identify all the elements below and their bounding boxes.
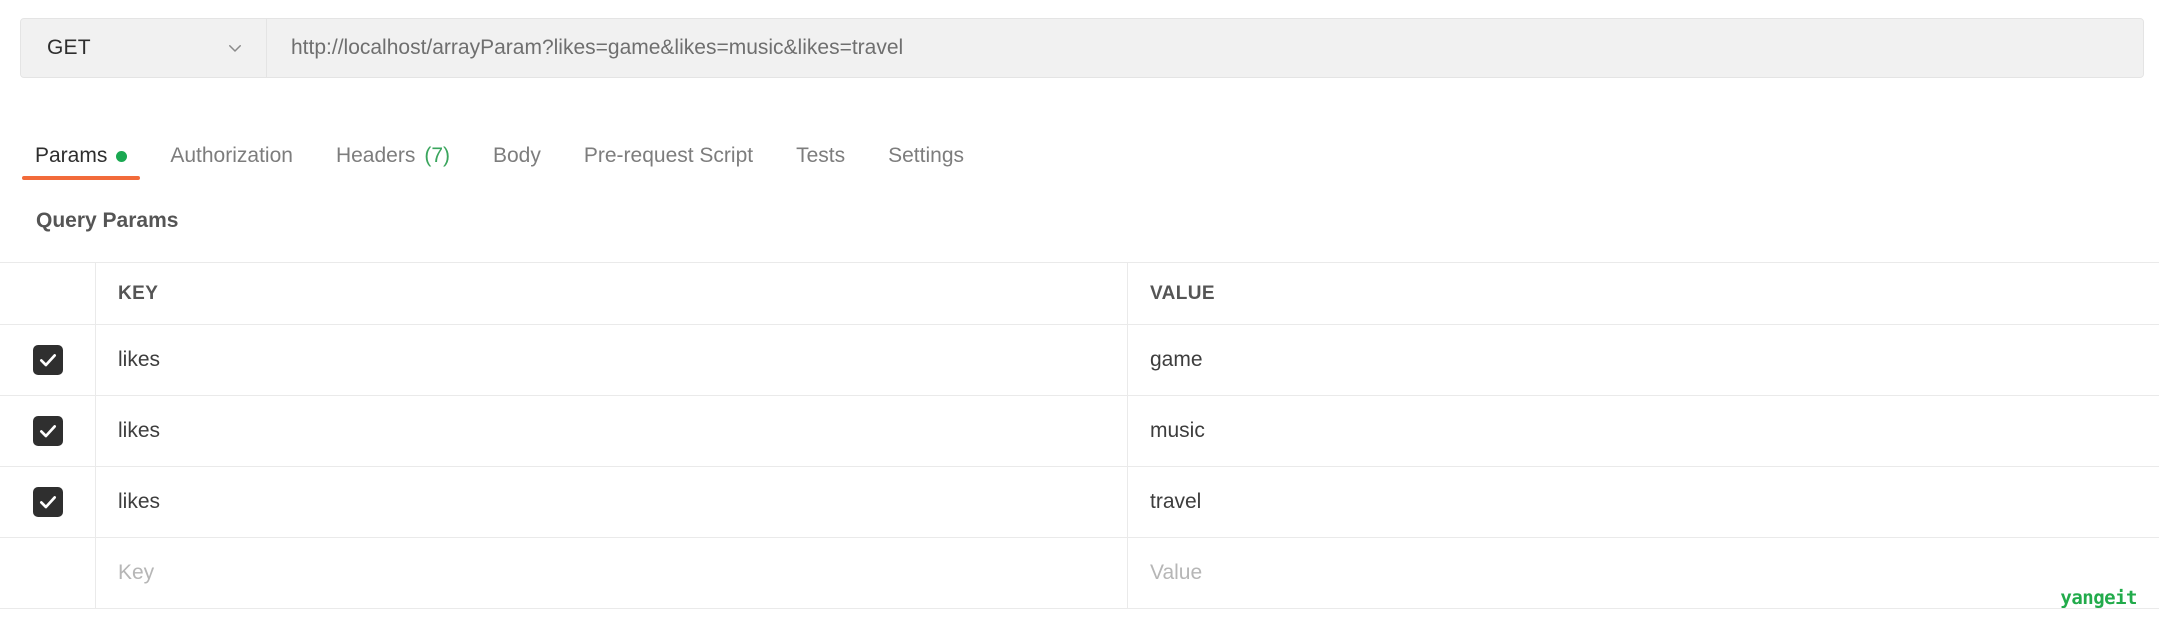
param-key-input[interactable]: likes: [96, 396, 1128, 466]
row-enabled-checkbox[interactable]: [32, 416, 63, 446]
tab-settings[interactable]: Settings: [875, 134, 977, 178]
header-value: VALUE: [1150, 282, 1215, 304]
tab-params-label: Params: [35, 144, 108, 167]
tab-settings-label: Settings: [888, 144, 965, 167]
table-header-row: KEY VALUE: [0, 263, 2159, 325]
row-enabled-checkbox[interactable]: [32, 487, 63, 517]
table-row: likes travel: [0, 467, 2159, 538]
request-url-input[interactable]: http://localhost/arrayParam?likes=game&l…: [267, 19, 2143, 77]
query-params-title: Query Params: [36, 209, 179, 232]
row-enabled-checkbox[interactable]: [32, 345, 63, 375]
request-builder-panel: GET http://localhost/arrayParam?likes=ga…: [0, 0, 2159, 619]
row-checkbox-cell: [0, 467, 96, 537]
param-value-input[interactable]: travel: [1128, 467, 2159, 537]
row-checkbox-cell: [0, 325, 96, 395]
watermark-logo: yangeit: [2060, 587, 2137, 609]
table-row: likes game: [0, 325, 2159, 396]
http-method-dropdown[interactable]: GET: [21, 19, 267, 77]
param-value-input[interactable]: music: [1128, 396, 2159, 466]
green-dot-icon: [116, 150, 128, 162]
tab-body-label: Body: [493, 144, 541, 167]
param-value-input[interactable]: game: [1128, 325, 2159, 395]
tab-pre-request-script[interactable]: Pre-request Script: [571, 134, 766, 178]
tab-tests[interactable]: Tests: [783, 134, 858, 178]
query-params-table: KEY VALUE likes game likes music likes t…: [0, 262, 2159, 609]
header-key: KEY: [96, 263, 1128, 324]
tab-headers-count: (7): [424, 144, 450, 167]
param-key-input[interactable]: likes: [96, 467, 1128, 537]
tab-authorization-label: Authorization: [170, 144, 293, 167]
new-param-value-input[interactable]: Value: [1128, 538, 2159, 608]
request-tabs: Params Authorization Headers (7) Body Pr…: [0, 134, 2159, 186]
tab-headers[interactable]: Headers (7): [323, 134, 463, 178]
row-checkbox-cell-empty: [0, 538, 96, 608]
request-url-bar: GET http://localhost/arrayParam?likes=ga…: [20, 18, 2144, 78]
bottom-edge: [0, 615, 2159, 619]
tab-authorization[interactable]: Authorization: [157, 134, 306, 178]
header-checkbox-cell: [0, 263, 96, 324]
tab-body[interactable]: Body: [480, 134, 554, 178]
tab-headers-label: Headers: [335, 144, 416, 167]
table-row-empty: Key Value: [0, 538, 2159, 609]
chevron-down-icon: [226, 39, 244, 57]
tab-pre-request-script-label: Pre-request Script: [583, 144, 754, 167]
new-param-key-input[interactable]: Key: [96, 538, 1128, 608]
row-checkbox-cell: [0, 396, 96, 466]
http-method-label: GET: [47, 36, 91, 59]
tab-params[interactable]: Params: [22, 134, 141, 180]
table-row: likes music: [0, 396, 2159, 467]
tab-tests-label: Tests: [796, 144, 846, 167]
param-key-input[interactable]: likes: [96, 325, 1128, 395]
